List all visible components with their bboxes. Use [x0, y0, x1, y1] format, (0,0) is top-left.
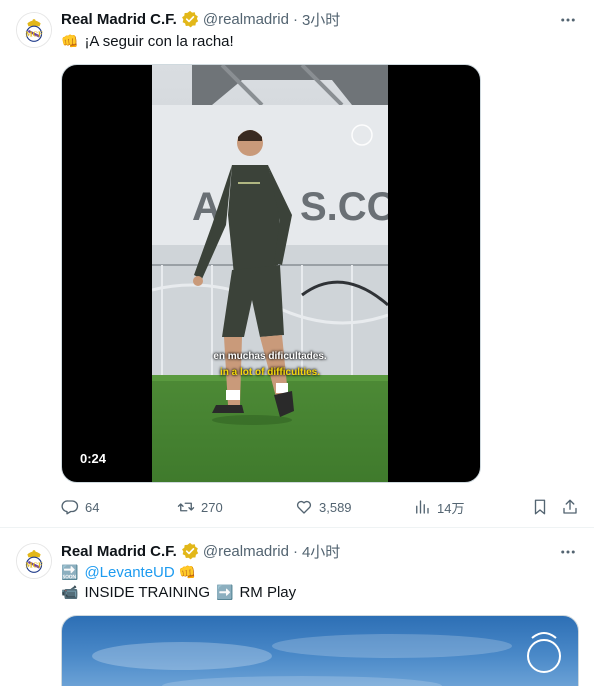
tweet-text: 👊 ¡A seguir con la racha! — [61, 32, 234, 52]
tweet-header: Real Madrid C.F. @realmadrid · 4小时 — [61, 541, 340, 561]
author-name[interactable]: Real Madrid C.F. — [61, 543, 177, 560]
bookmark-icon — [534, 499, 546, 515]
retweet-button[interactable]: 270 — [177, 496, 223, 518]
reply-count: 64 — [85, 499, 100, 515]
author-handle[interactable]: @realmadrid — [203, 543, 289, 560]
sky-image — [92, 632, 561, 686]
soon-arrow-emoji-icon: 🔜 — [61, 565, 79, 581]
author-handle[interactable]: @realmadrid — [203, 11, 289, 28]
svg-text:S.COM: S.COM — [300, 185, 388, 229]
retweet-count: 270 — [201, 499, 223, 515]
real-madrid-crest-icon: MCF — [17, 544, 51, 578]
mention-link[interactable]: @LevanteUD — [84, 563, 174, 583]
share-button[interactable] — [561, 496, 579, 518]
like-button[interactable]: 3,589 — [295, 496, 352, 518]
share-icon — [563, 499, 577, 514]
video-subtitle-spanish: en muchas dificultades. — [213, 351, 327, 362]
tweet-media-image[interactable] — [61, 615, 579, 686]
video-subtitle-english: in a lot of difficulties. — [220, 367, 320, 378]
avatar[interactable]: MCF — [16, 543, 52, 579]
tweet-text-content: ¡A seguir con la racha! — [84, 33, 234, 50]
like-count: 3,589 — [319, 499, 352, 515]
video-duration-badge: 0:24 — [74, 449, 113, 468]
separator-dot: · — [292, 10, 298, 28]
more-horizontal-icon[interactable] — [558, 10, 578, 30]
svg-text:MCF: MCF — [25, 31, 43, 39]
tweet-actions: 64 270 3,589 14万 — [61, 496, 581, 518]
verified-badge-icon — [181, 10, 199, 28]
retweet-icon — [177, 502, 195, 512]
video-camera-emoji-icon: 📹 — [61, 585, 79, 601]
verified-badge-icon — [181, 542, 199, 560]
views-icon — [416, 500, 429, 514]
views-count: 14万 — [437, 500, 465, 516]
timestamp[interactable]: 4小时 — [302, 541, 340, 562]
tweet-header: Real Madrid C.F. @realmadrid · 3小时 — [61, 9, 340, 29]
bookmark-button[interactable] — [531, 496, 549, 518]
video-player[interactable]: A S.COM — [61, 64, 481, 483]
svg-text:MCF: MCF — [25, 562, 43, 570]
heart-icon — [296, 500, 312, 514]
author-name[interactable]: Real Madrid C.F. — [61, 11, 177, 28]
tweet[interactable]: MCF Real Madrid C.F. @realmadrid · 4小时 🔜… — [0, 529, 594, 686]
video-thumbnail[interactable]: A S.COM — [152, 65, 388, 482]
avatar[interactable]: MCF — [16, 12, 52, 48]
right-arrow-emoji-icon: ➡️ — [216, 585, 234, 601]
reply-icon — [61, 500, 79, 515]
timestamp[interactable]: 3小时 — [302, 9, 340, 30]
tweet[interactable]: MCF Real Madrid C.F. @realmadrid · 3小时 👊… — [0, 0, 594, 528]
reply-button[interactable]: 64 — [61, 496, 99, 518]
more-horizontal-icon[interactable] — [558, 542, 578, 562]
tweet-text-line-1: 🔜 @LevanteUD 👊 — [61, 563, 202, 583]
views-button[interactable]: 14万 — [413, 496, 464, 518]
real-madrid-crest-icon: MCF — [17, 13, 51, 47]
tweet-text-line-2: 📹 INSIDE TRAINING ➡️ RM Play — [61, 583, 296, 603]
fist-emoji-icon: 👊 — [178, 565, 197, 581]
training-scene-image: A S.COM — [152, 65, 388, 482]
separator-dot: · — [292, 542, 298, 560]
fist-emoji-icon: 👊 — [61, 34, 79, 50]
inside-training-text: INSIDE TRAINING — [84, 584, 211, 601]
rm-play-text: RM Play — [239, 584, 297, 601]
